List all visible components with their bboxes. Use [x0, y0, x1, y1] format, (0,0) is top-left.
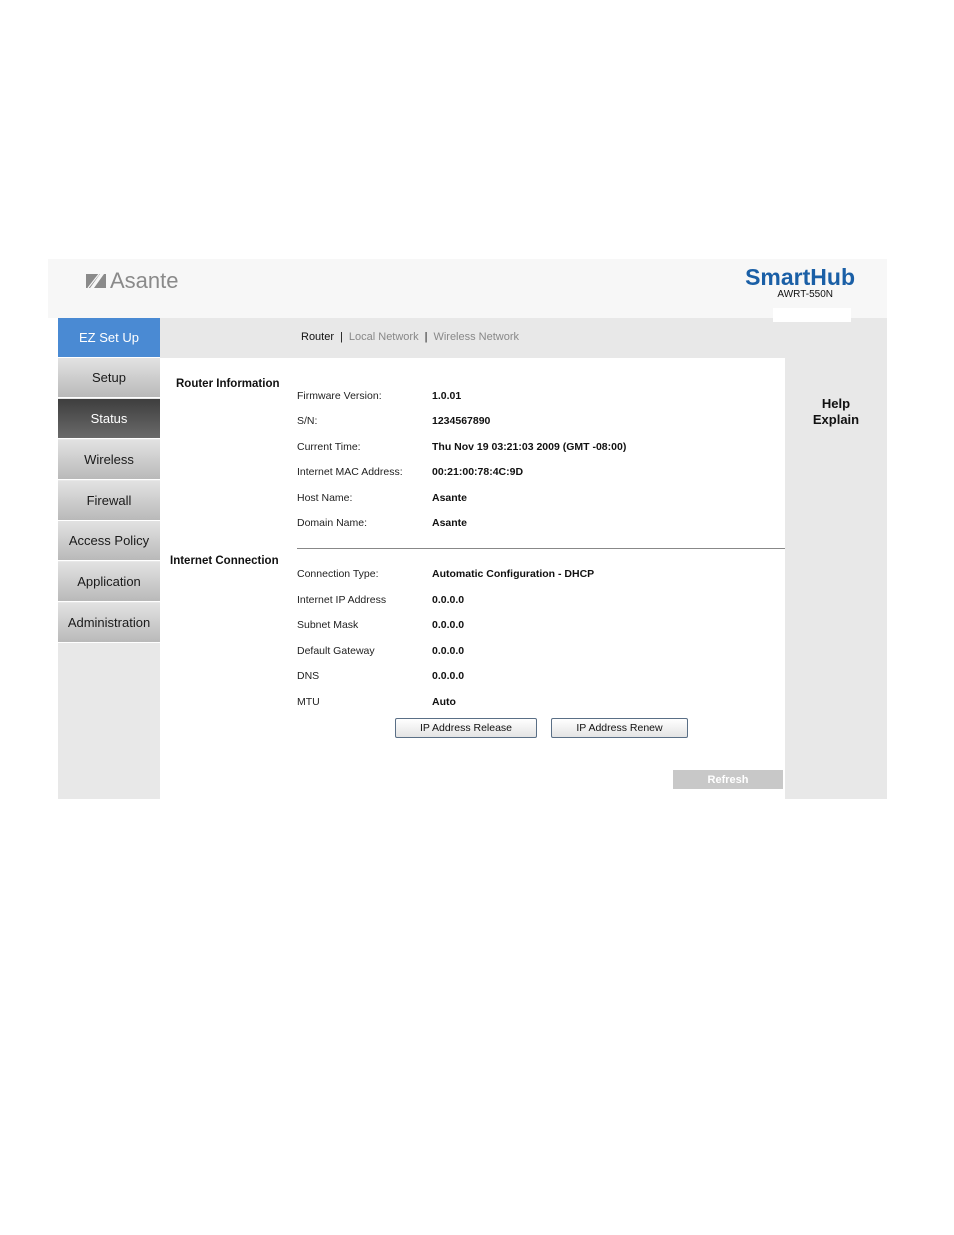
sidebar-item-administration[interactable]: Administration — [58, 603, 160, 643]
row-value: 0.0.0.0 — [432, 670, 465, 682]
refresh-button[interactable]: Refresh — [673, 770, 783, 789]
row-value: Asante — [432, 492, 468, 504]
help-panel: Help Explain — [785, 358, 887, 799]
asante-logo: Asante — [86, 267, 179, 295]
row-label: DNS — [297, 670, 320, 682]
sidebar-item-application[interactable]: Application — [58, 562, 160, 602]
tab-router[interactable]: Router — [301, 331, 334, 343]
tab-wireless-network[interactable]: Wireless Network — [433, 331, 519, 343]
help-explain[interactable]: Help Explain — [785, 396, 887, 428]
brand-name: SmartHub — [745, 264, 855, 290]
info-row-mac-address: Internet MAC Address: 00:21:00:78:4C:9D — [297, 466, 777, 482]
row-label: Firmware Version: — [297, 390, 382, 402]
internet-connection-title: Internet Connection — [170, 555, 279, 567]
router-information-title: Router Information — [176, 378, 280, 390]
row-value: 1.0.01 — [432, 390, 462, 402]
row-label: Internet MAC Address: — [297, 466, 403, 478]
row-value: 0.0.0.0 — [432, 594, 465, 606]
row-value: 1234567890 — [432, 415, 491, 427]
row-label: S/N: — [297, 415, 318, 427]
row-value: Automatic Configuration - DHCP — [432, 568, 595, 580]
row-value: Thu Nov 19 03:21:03 2009 (GMT -08:00) — [432, 441, 627, 453]
tab-local-network[interactable]: Local Network — [349, 331, 419, 343]
row-label: Connection Type: — [297, 568, 379, 580]
row-label: Current Time: — [297, 441, 361, 453]
info-row-firmware: Firmware Version: 1.0.01 — [297, 390, 777, 406]
sub-nav-links: Router | Local Network | Wireless Network — [301, 331, 519, 343]
row-label: Host Name: — [297, 492, 353, 504]
sidebar-item-status[interactable]: Status — [58, 399, 160, 439]
conn-row-dns: DNS 0.0.0.0 — [297, 670, 777, 686]
help-label: Help — [821, 396, 851, 411]
sub-navigation: Router | Local Network | Wireless Network — [160, 318, 887, 358]
explain-label: Explain — [812, 412, 860, 427]
logo-text: Asante — [110, 268, 179, 293]
header-bar: Asante SmartHub AWRT-550N — [48, 259, 887, 318]
product-brand: SmartHub AWRT-550N — [745, 265, 855, 300]
conn-row-mtu: MTU Auto — [297, 696, 777, 712]
brand-underlay — [773, 308, 851, 322]
row-value: Asante — [432, 517, 468, 529]
nav-separator: | — [424, 331, 428, 343]
row-label: Default Gateway — [297, 645, 375, 657]
info-row-serial: S/N: 1234567890 — [297, 415, 777, 431]
sidebar-item-firewall[interactable]: Firewall — [58, 481, 160, 521]
sidebar-item-wireless[interactable]: Wireless — [58, 440, 160, 480]
row-value: 00:21:00:78:4C:9D — [432, 466, 524, 478]
conn-row-ip-address: Internet IP Address 0.0.0.0 — [297, 594, 777, 610]
ip-address-renew-button[interactable]: IP Address Renew — [551, 718, 688, 738]
row-label: MTU — [297, 696, 320, 708]
nav-separator: | — [340, 331, 343, 343]
asante-logo-icon — [86, 273, 106, 289]
row-label: Internet IP Address — [297, 594, 387, 606]
router-admin-page: Asante SmartHub AWRT-550N EZ Set Up Setu… — [48, 259, 887, 799]
row-label: Domain Name: — [297, 517, 368, 529]
row-value: 0.0.0.0 — [432, 645, 465, 657]
ip-address-release-button[interactable]: IP Address Release — [395, 718, 537, 738]
section-divider — [297, 548, 785, 549]
row-value: Auto — [432, 696, 456, 708]
info-row-domain-name: Domain Name: Asante — [297, 517, 777, 533]
conn-row-subnet-mask: Subnet Mask 0.0.0.0 — [297, 619, 777, 635]
conn-row-default-gateway: Default Gateway 0.0.0.0 — [297, 645, 777, 661]
sidebar-item-ez-setup[interactable]: EZ Set Up — [58, 318, 160, 358]
sidebar-item-setup[interactable]: Setup — [58, 358, 160, 398]
sidebar: EZ Set Up Setup Status Wireless Firewall… — [58, 318, 160, 799]
brand-model: AWRT-550N — [777, 289, 833, 300]
row-value: 0.0.0.0 — [432, 619, 465, 631]
sidebar-item-access-policy[interactable]: Access Policy — [58, 521, 160, 561]
info-row-host-name: Host Name: Asante — [297, 492, 777, 508]
row-label: Subnet Mask — [297, 619, 359, 631]
info-row-current-time: Current Time: Thu Nov 19 03:21:03 2009 (… — [297, 441, 777, 457]
conn-row-type: Connection Type: Automatic Configuration… — [297, 568, 777, 584]
